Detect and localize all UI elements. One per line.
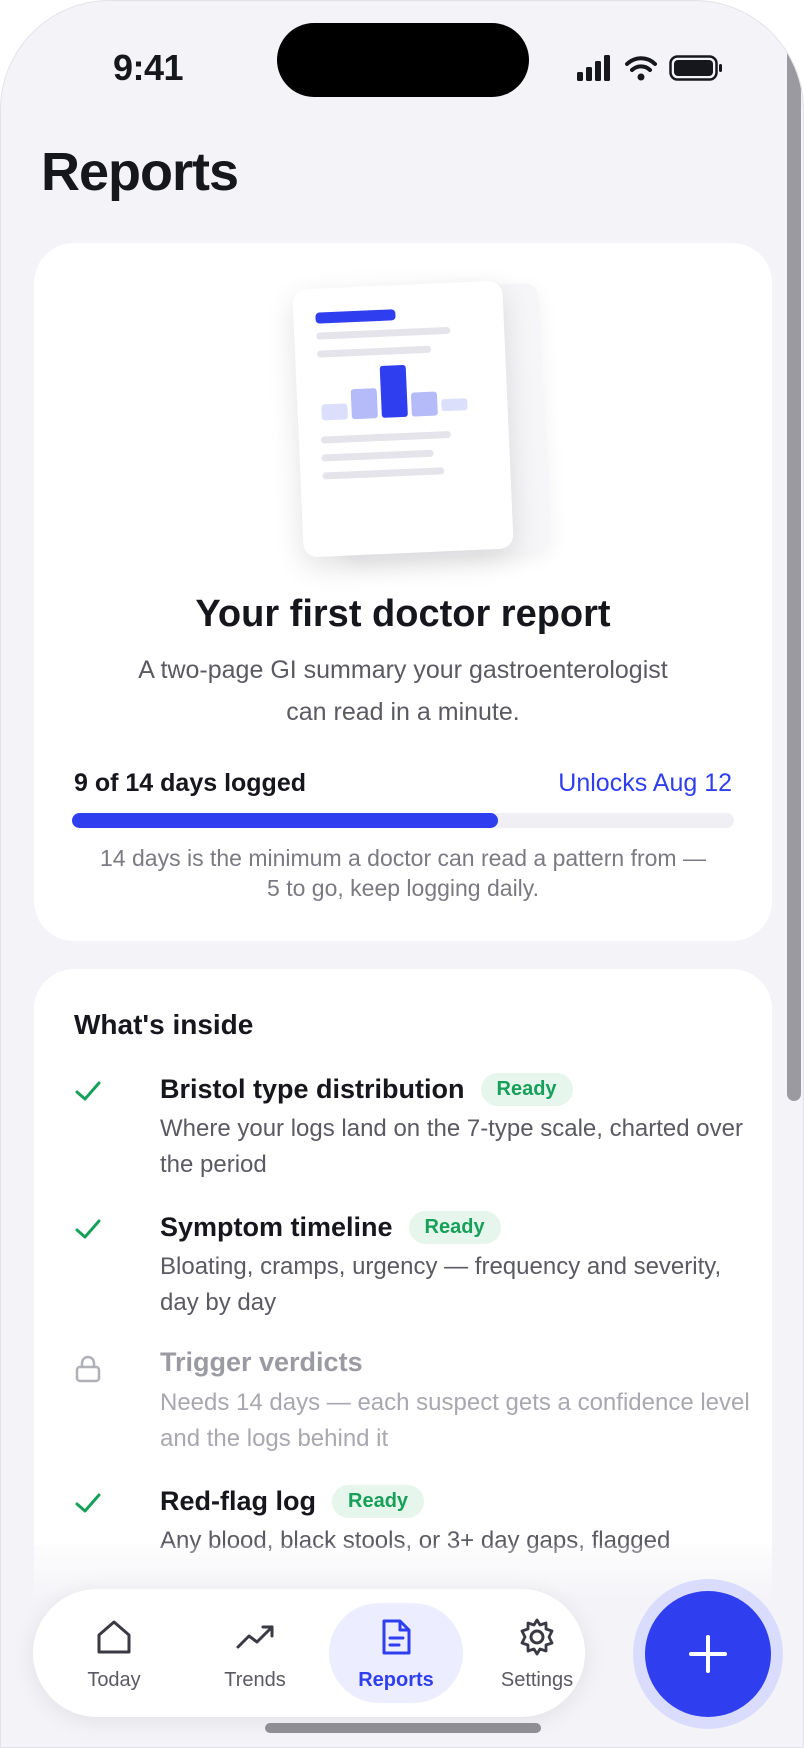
gear-icon xyxy=(520,1618,554,1656)
status-badge: Ready xyxy=(480,1073,573,1106)
tab-label: Trends xyxy=(224,1669,286,1691)
section-title: What's inside xyxy=(74,1009,254,1040)
progress-bar xyxy=(72,813,734,828)
item-name: Red-flag log xyxy=(160,1486,316,1516)
report-card: Your first doctor report A two-page GI s… xyxy=(34,243,772,941)
status-badge: Ready xyxy=(332,1485,425,1518)
tab-reports[interactable]: Reports xyxy=(329,1603,463,1703)
dynamic-island xyxy=(277,23,529,97)
trend-icon xyxy=(236,1625,274,1649)
item-description: Needs 14 days — each suspect gets a conf… xyxy=(160,1389,750,1452)
tab-label: Settings xyxy=(500,1669,574,1691)
item-name: Bristol type distribution xyxy=(160,1074,465,1104)
status-badge: Ready xyxy=(408,1211,501,1244)
home-icon xyxy=(97,1620,131,1654)
status-time: 9:41 xyxy=(113,47,184,88)
scrollbar[interactable] xyxy=(787,45,801,1101)
document-icon xyxy=(382,1619,411,1655)
tab-settings[interactable]: Settings xyxy=(470,1603,604,1703)
battery-icon xyxy=(669,55,722,81)
tab-bar: Today Trends Reports Settings xyxy=(33,1589,585,1717)
list-item: Symptom timeline Ready Bloating, cramps,… xyxy=(74,1211,744,1321)
report-description: A two-page GI summary your gastroenterol… xyxy=(138,656,668,726)
home-indicator xyxy=(265,1723,541,1733)
progress-label: 9 of 14 days logged xyxy=(74,769,307,797)
lock-icon xyxy=(75,1355,101,1383)
status-bar: 9:41 xyxy=(1,1,803,121)
unlock-date: Unlocks Aug 12 xyxy=(558,769,732,797)
phone-screen: 9:41 Reports Your first doctor report A … xyxy=(0,0,804,1748)
signal-icon xyxy=(577,55,610,81)
item-name: Symptom timeline xyxy=(160,1212,393,1242)
status-icons xyxy=(577,53,723,83)
progress-note: 14 days is the minimum a doctor can read… xyxy=(100,845,706,901)
item-description: Bloating, cramps, urgency — frequency an… xyxy=(160,1253,722,1316)
page-title: Reports xyxy=(41,142,239,202)
list-item: Trigger verdicts Needs 14 days — each su… xyxy=(74,1347,750,1457)
wifi-icon xyxy=(625,56,657,81)
tab-label: Reports xyxy=(358,1669,434,1691)
tab-today[interactable]: Today xyxy=(47,1603,181,1703)
add-log-button[interactable] xyxy=(645,1591,771,1717)
report-illustration xyxy=(292,280,514,558)
check-icon xyxy=(75,1219,101,1239)
tab-trends[interactable]: Trends xyxy=(188,1603,322,1703)
check-icon xyxy=(75,1081,101,1101)
plus-icon xyxy=(689,1635,727,1673)
tab-label: Today xyxy=(87,1669,141,1691)
report-title: Your first doctor report xyxy=(195,593,611,635)
item-description: Where your logs land on the 7-type scale… xyxy=(160,1115,743,1178)
list-item: Bristol type distribution Ready Where yo… xyxy=(74,1073,744,1183)
item-name: Trigger verdicts xyxy=(160,1347,363,1377)
progress-bar-fill xyxy=(72,813,498,828)
check-icon xyxy=(75,1493,101,1513)
